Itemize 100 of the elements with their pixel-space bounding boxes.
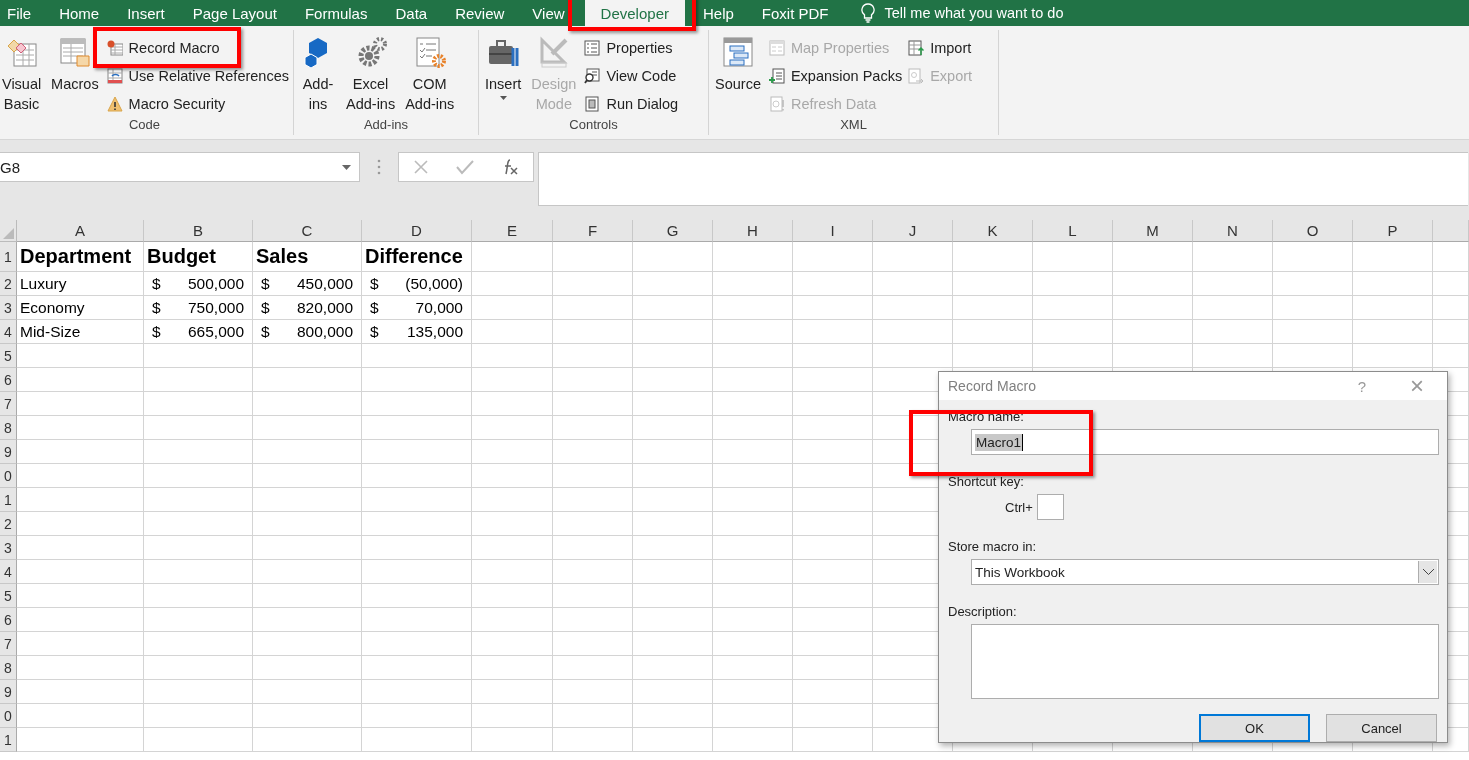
column-header[interactable]: B bbox=[144, 220, 253, 242]
ribbon-tab[interactable]: Developer bbox=[584, 0, 685, 26]
column-header[interactable]: N bbox=[1193, 220, 1273, 242]
currency-symbol: $ bbox=[370, 298, 379, 317]
column-header[interactable]: K bbox=[953, 220, 1033, 242]
row-header[interactable]: 0 bbox=[0, 464, 17, 488]
ribbon-button[interactable]: Source bbox=[713, 31, 763, 96]
row-header[interactable]: 4 bbox=[0, 320, 17, 344]
macro-name-field[interactable]: Macro1 bbox=[971, 429, 1439, 455]
ribbon-button[interactable]: Add- ins bbox=[298, 31, 338, 116]
ribbon-button[interactable]: Excel Add-ins bbox=[344, 31, 398, 116]
row-header[interactable]: 3 bbox=[0, 296, 17, 320]
check-icon[interactable] bbox=[456, 159, 474, 175]
ribbon-tab[interactable]: Foxit PDF bbox=[747, 0, 843, 26]
column-header[interactable]: C bbox=[253, 220, 362, 242]
column-header[interactable]: F bbox=[553, 220, 633, 242]
dialog-button[interactable]: Cancel bbox=[1326, 714, 1437, 742]
row-header[interactable]: 5 bbox=[0, 344, 17, 368]
ribbon-group-label: Add-ins bbox=[362, 117, 410, 134]
ribbon-button[interactable]: Properties bbox=[584, 37, 679, 59]
currency-symbol: $ bbox=[152, 298, 161, 317]
dialog-window-icon bbox=[584, 96, 601, 112]
table-cell bbox=[1433, 272, 1469, 296]
spreadsheet-scroll-icon bbox=[58, 36, 91, 68]
currency-symbol: $ bbox=[152, 322, 161, 341]
ribbon-tab[interactable]: Data bbox=[381, 0, 442, 26]
table-cell bbox=[1433, 296, 1469, 320]
column-header[interactable]: I bbox=[793, 220, 873, 242]
row-header[interactable]: 7 bbox=[0, 632, 17, 656]
ribbon-button[interactable]: Insert bbox=[483, 31, 524, 102]
currency-symbol: $ bbox=[261, 322, 270, 341]
table-cell bbox=[1433, 242, 1469, 272]
table-properties-icon bbox=[768, 40, 785, 56]
column-header[interactable]: L bbox=[1033, 220, 1113, 242]
ribbon-button[interactable]: Macros bbox=[49, 31, 101, 96]
table-cell bbox=[1433, 344, 1469, 368]
tell-me-search[interactable]: Tell me what you want to do bbox=[884, 5, 1064, 21]
drag-handle-icon[interactable] bbox=[377, 159, 381, 175]
currency-amount: 500,000 bbox=[187, 274, 244, 293]
checklist-gear-icon bbox=[413, 36, 446, 68]
ribbon-button[interactable]: Record Macro bbox=[106, 37, 289, 59]
column-header[interactable]: A bbox=[17, 220, 144, 242]
ribbon-button[interactable]: Expansion Packs bbox=[768, 65, 903, 87]
row-header[interactable]: 9 bbox=[0, 440, 17, 464]
row-header[interactable]: 5 bbox=[0, 584, 17, 608]
row-header[interactable]: 8 bbox=[0, 656, 17, 680]
table-cell: Difference bbox=[362, 242, 472, 272]
row-header[interactable]: 4 bbox=[0, 560, 17, 584]
formula-input-field[interactable] bbox=[538, 152, 1468, 206]
row-header[interactable]: 1 bbox=[0, 242, 17, 272]
ribbon-group-label: Code bbox=[127, 117, 162, 134]
row-header[interactable]: 7 bbox=[0, 392, 17, 416]
column-header[interactable]: P bbox=[1353, 220, 1433, 242]
ribbon-tab[interactable]: Page Layout bbox=[178, 0, 291, 26]
row-header[interactable]: 8 bbox=[0, 416, 17, 440]
ribbon-tab[interactable]: Insert bbox=[113, 0, 179, 26]
table-cell: Luxury bbox=[17, 272, 144, 296]
shortcut-key-field[interactable] bbox=[1036, 494, 1064, 520]
lightbulb-icon bbox=[860, 3, 875, 23]
column-header[interactable]: J bbox=[873, 220, 953, 242]
currency-amount: 70,000 bbox=[415, 298, 463, 317]
row-header[interactable]: 0 bbox=[0, 704, 17, 728]
ribbon-tab[interactable]: View bbox=[518, 0, 579, 26]
close-icon[interactable] bbox=[412, 159, 429, 175]
row-header[interactable]: 3 bbox=[0, 536, 17, 560]
row-header[interactable]: 6 bbox=[0, 368, 17, 392]
column-header[interactable]: E bbox=[472, 220, 553, 242]
ribbon-button[interactable]: Import bbox=[908, 37, 973, 59]
ribbon-tab[interactable]: Help bbox=[688, 0, 748, 26]
ribbon-group-label: XML bbox=[839, 117, 868, 134]
ribbon-button[interactable]: Macro Security bbox=[106, 93, 289, 115]
ribbon-button[interactable]: Use Relative References bbox=[106, 65, 289, 87]
row-header[interactable]: 2 bbox=[0, 512, 17, 536]
name-box[interactable]: G8 bbox=[0, 152, 360, 182]
dialog-button[interactable]: OK bbox=[1199, 714, 1310, 742]
ribbon-button[interactable]: Run Dialog bbox=[584, 93, 679, 115]
column-header[interactable] bbox=[1433, 220, 1469, 242]
ribbon-button[interactable]: COM Add-ins bbox=[403, 31, 457, 116]
table-cell bbox=[1433, 320, 1469, 344]
currency-symbol: $ bbox=[261, 298, 270, 317]
ribbon-tab[interactable]: File bbox=[0, 0, 46, 26]
ribbon-tab[interactable]: Home bbox=[45, 0, 114, 26]
store-macro-dropdown[interactable]: This Workbook bbox=[971, 559, 1439, 585]
row-header[interactable]: 9 bbox=[0, 680, 17, 704]
ribbon-button[interactable]: View Code bbox=[584, 65, 679, 87]
ribbon-button[interactable]: Visual Basic bbox=[0, 31, 44, 116]
row-header[interactable]: 6 bbox=[0, 608, 17, 632]
table-cell: Economy bbox=[17, 296, 144, 320]
column-header[interactable]: G bbox=[633, 220, 713, 242]
description-field[interactable] bbox=[971, 624, 1439, 699]
column-header[interactable]: D bbox=[362, 220, 472, 242]
row-header[interactable]: 1 bbox=[0, 488, 17, 512]
field-label: Ctrl+ bbox=[1005, 499, 1033, 515]
column-header[interactable]: H bbox=[713, 220, 793, 242]
ribbon-tab[interactable]: Review bbox=[441, 0, 519, 26]
column-header[interactable]: M bbox=[1113, 220, 1193, 242]
column-header[interactable]: O bbox=[1273, 220, 1353, 242]
row-header[interactable]: 2 bbox=[0, 272, 17, 296]
row-header[interactable]: 1 bbox=[0, 728, 17, 752]
ribbon-tab[interactable]: Formulas bbox=[290, 0, 382, 26]
